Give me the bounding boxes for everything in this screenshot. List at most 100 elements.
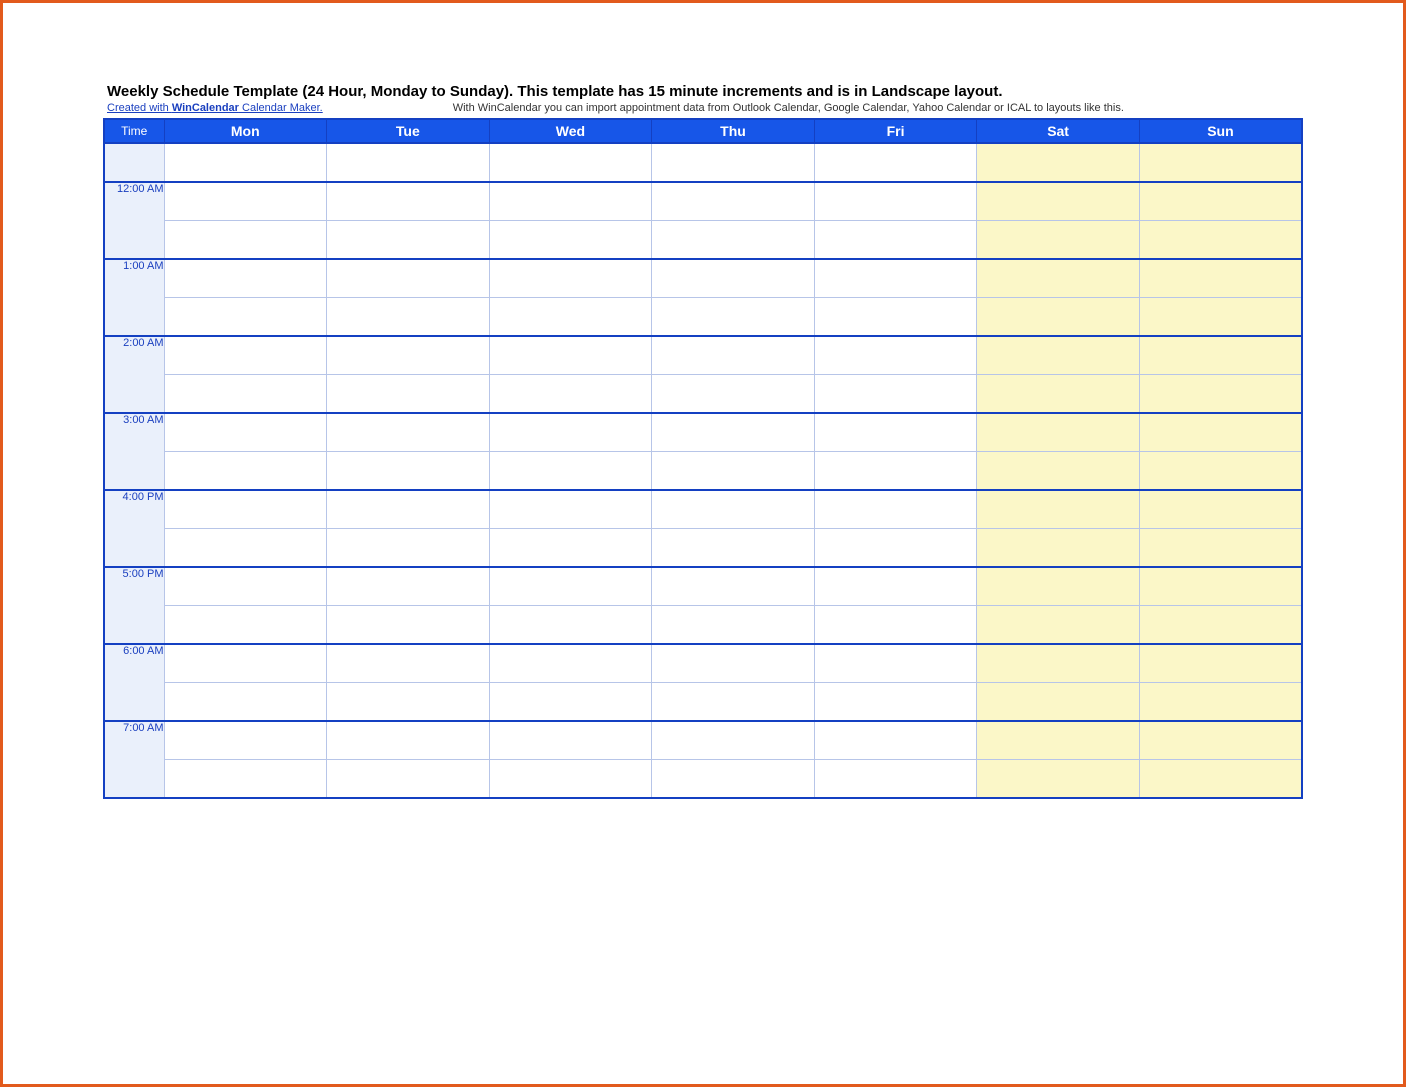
schedule-cell[interactable] xyxy=(652,413,815,452)
schedule-cell[interactable] xyxy=(1139,644,1302,683)
schedule-cell[interactable] xyxy=(327,606,490,645)
schedule-cell[interactable] xyxy=(327,760,490,799)
schedule-cell[interactable] xyxy=(489,298,652,337)
schedule-cell[interactable] xyxy=(489,375,652,414)
schedule-cell[interactable] xyxy=(164,375,327,414)
schedule-cell[interactable] xyxy=(164,259,327,298)
schedule-cell[interactable] xyxy=(814,221,977,260)
schedule-cell[interactable] xyxy=(814,336,977,375)
schedule-cell[interactable] xyxy=(652,683,815,722)
schedule-cell[interactable] xyxy=(1139,143,1302,182)
schedule-cell[interactable] xyxy=(652,644,815,683)
schedule-cell[interactable] xyxy=(489,529,652,568)
schedule-cell[interactable] xyxy=(489,760,652,799)
schedule-cell[interactable] xyxy=(489,259,652,298)
schedule-cell[interactable] xyxy=(977,413,1140,452)
schedule-cell[interactable] xyxy=(327,452,490,491)
schedule-cell[interactable] xyxy=(652,452,815,491)
schedule-cell[interactable] xyxy=(814,644,977,683)
schedule-cell[interactable] xyxy=(977,259,1140,298)
schedule-cell[interactable] xyxy=(977,490,1140,529)
schedule-cell[interactable] xyxy=(977,298,1140,337)
schedule-cell[interactable] xyxy=(327,683,490,722)
schedule-cell[interactable] xyxy=(1139,606,1302,645)
schedule-cell[interactable] xyxy=(164,336,327,375)
schedule-cell[interactable] xyxy=(814,567,977,606)
schedule-cell[interactable] xyxy=(489,336,652,375)
schedule-cell[interactable] xyxy=(327,567,490,606)
schedule-cell[interactable] xyxy=(977,182,1140,221)
schedule-cell[interactable] xyxy=(652,721,815,760)
schedule-cell[interactable] xyxy=(327,298,490,337)
schedule-cell[interactable] xyxy=(814,606,977,645)
schedule-cell[interactable] xyxy=(977,221,1140,260)
schedule-cell[interactable] xyxy=(977,452,1140,491)
schedule-cell[interactable] xyxy=(1139,182,1302,221)
schedule-cell[interactable] xyxy=(489,567,652,606)
schedule-cell[interactable] xyxy=(814,490,977,529)
schedule-cell[interactable] xyxy=(652,336,815,375)
schedule-cell[interactable] xyxy=(489,721,652,760)
schedule-cell[interactable] xyxy=(327,529,490,568)
schedule-cell[interactable] xyxy=(489,182,652,221)
schedule-cell[interactable] xyxy=(1139,221,1302,260)
schedule-cell[interactable] xyxy=(977,606,1140,645)
schedule-cell[interactable] xyxy=(327,490,490,529)
schedule-cell[interactable] xyxy=(327,143,490,182)
schedule-cell[interactable] xyxy=(977,529,1140,568)
schedule-cell[interactable] xyxy=(164,760,327,799)
schedule-cell[interactable] xyxy=(327,721,490,760)
schedule-cell[interactable] xyxy=(652,490,815,529)
schedule-cell[interactable] xyxy=(489,221,652,260)
schedule-cell[interactable] xyxy=(164,529,327,568)
schedule-cell[interactable] xyxy=(814,298,977,337)
schedule-cell[interactable] xyxy=(977,375,1140,414)
schedule-cell[interactable] xyxy=(652,298,815,337)
schedule-cell[interactable] xyxy=(327,259,490,298)
schedule-cell[interactable] xyxy=(1139,683,1302,722)
schedule-cell[interactable] xyxy=(652,760,815,799)
schedule-cell[interactable] xyxy=(1139,567,1302,606)
schedule-cell[interactable] xyxy=(814,375,977,414)
schedule-cell[interactable] xyxy=(977,760,1140,799)
schedule-cell[interactable] xyxy=(327,221,490,260)
schedule-cell[interactable] xyxy=(489,452,652,491)
schedule-cell[interactable] xyxy=(977,644,1140,683)
schedule-cell[interactable] xyxy=(327,413,490,452)
schedule-cell[interactable] xyxy=(652,143,815,182)
schedule-cell[interactable] xyxy=(814,721,977,760)
schedule-cell[interactable] xyxy=(1139,413,1302,452)
schedule-cell[interactable] xyxy=(1139,298,1302,337)
schedule-cell[interactable] xyxy=(652,606,815,645)
schedule-cell[interactable] xyxy=(652,567,815,606)
schedule-cell[interactable] xyxy=(814,452,977,491)
schedule-cell[interactable] xyxy=(164,413,327,452)
schedule-cell[interactable] xyxy=(164,221,327,260)
schedule-cell[interactable] xyxy=(164,298,327,337)
schedule-cell[interactable] xyxy=(1139,375,1302,414)
schedule-cell[interactable] xyxy=(1139,529,1302,568)
schedule-cell[interactable] xyxy=(814,529,977,568)
schedule-cell[interactable] xyxy=(977,721,1140,760)
schedule-cell[interactable] xyxy=(652,375,815,414)
schedule-cell[interactable] xyxy=(164,683,327,722)
schedule-cell[interactable] xyxy=(814,760,977,799)
schedule-cell[interactable] xyxy=(164,452,327,491)
schedule-cell[interactable] xyxy=(489,683,652,722)
schedule-cell[interactable] xyxy=(977,336,1140,375)
schedule-cell[interactable] xyxy=(652,529,815,568)
schedule-cell[interactable] xyxy=(327,644,490,683)
schedule-cell[interactable] xyxy=(327,336,490,375)
schedule-cell[interactable] xyxy=(489,413,652,452)
schedule-cell[interactable] xyxy=(977,683,1140,722)
schedule-cell[interactable] xyxy=(814,143,977,182)
schedule-cell[interactable] xyxy=(164,606,327,645)
schedule-cell[interactable] xyxy=(814,413,977,452)
schedule-cell[interactable] xyxy=(814,182,977,221)
schedule-cell[interactable] xyxy=(814,683,977,722)
schedule-cell[interactable] xyxy=(164,721,327,760)
schedule-cell[interactable] xyxy=(1139,336,1302,375)
schedule-cell[interactable] xyxy=(1139,490,1302,529)
schedule-cell[interactable] xyxy=(327,375,490,414)
schedule-cell[interactable] xyxy=(1139,259,1302,298)
